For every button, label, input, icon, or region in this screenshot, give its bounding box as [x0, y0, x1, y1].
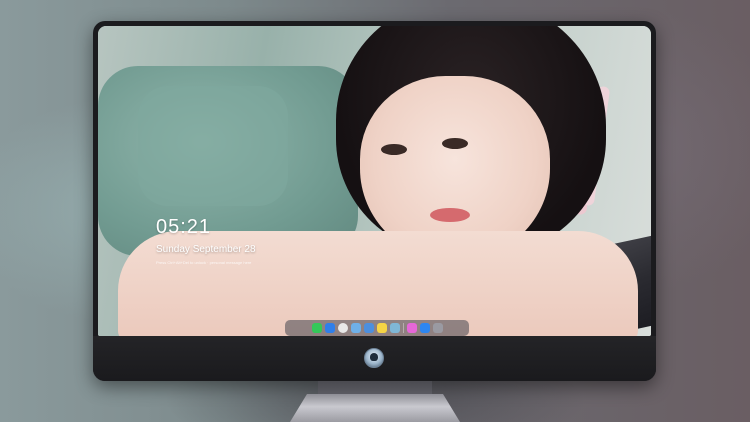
lock-screen: 05:21 Sunday September 28 Press Ctrl+Alt…: [98, 26, 651, 336]
lock-clock: 05:21: [156, 216, 212, 238]
lock-date: Sunday September 28: [156, 244, 256, 255]
wallpaper-eye: [381, 144, 407, 155]
app-store-icon[interactable]: [419, 323, 430, 333]
wallpaper-sofa-cushion: [138, 86, 288, 206]
preview-icon[interactable]: [389, 323, 400, 333]
imac-monitor: 05:21 Sunday September 28 Press Ctrl+Alt…: [93, 21, 656, 381]
monitor-stand-base: [290, 394, 460, 422]
lock-subtitle: Press Ctrl+Alt+Del to unlock · personal …: [156, 260, 252, 265]
screenshot-icon[interactable]: [432, 323, 443, 333]
itunes-icon[interactable]: [406, 323, 417, 333]
launchpad-icon[interactable]: [363, 323, 374, 333]
brand-logo-icon: [364, 348, 384, 368]
finder-icon[interactable]: [324, 323, 335, 333]
dock: [285, 320, 469, 336]
monitor-chin: [93, 336, 656, 381]
photos-icon[interactable]: [350, 323, 361, 333]
safari-icon[interactable]: [337, 323, 348, 333]
messages-icon[interactable]: [311, 323, 322, 333]
wallpaper-lip: [430, 208, 470, 222]
dock-separator: [402, 323, 404, 333]
wallpaper-eye: [442, 138, 468, 149]
logo-detail: [370, 353, 378, 361]
notes-icon[interactable]: [376, 323, 387, 333]
monitor-stand-neck: [318, 381, 432, 395]
